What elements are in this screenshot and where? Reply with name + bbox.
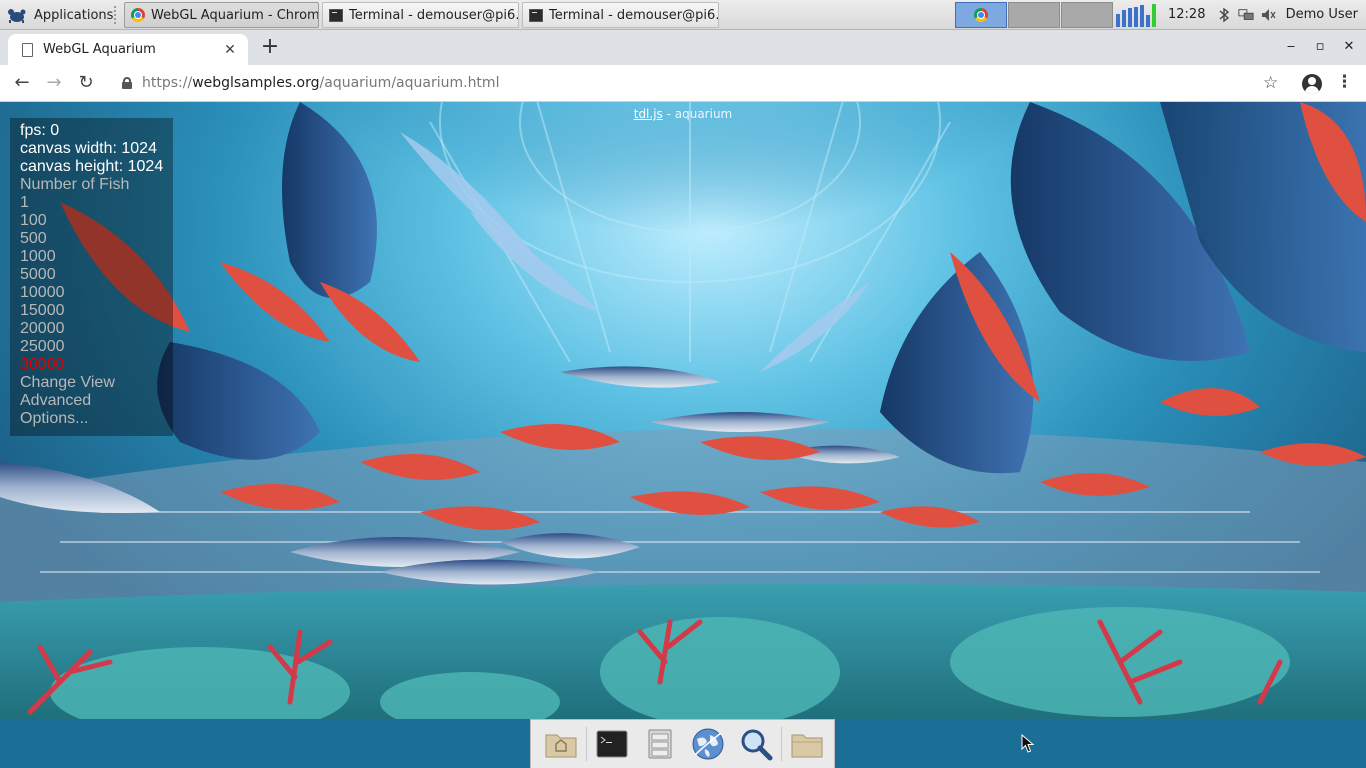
profile-icon[interactable] xyxy=(1302,74,1322,94)
network-icon[interactable] xyxy=(1238,7,1254,23)
clock[interactable]: 12:28 xyxy=(1168,0,1205,30)
minimize-button[interactable]: ‒ xyxy=(1280,36,1302,58)
tab-title: WebGL Aquarium xyxy=(43,42,156,57)
new-tab-button[interactable]: + xyxy=(258,36,282,60)
close-tab-icon[interactable]: ✕ xyxy=(222,42,238,58)
task-button-chrome[interactable]: WebGL Aquarium - Chrom… xyxy=(124,2,319,28)
url-path: /aquarium/aquarium.html xyxy=(319,75,500,91)
terminal-icon xyxy=(596,730,628,758)
dock-file-manager[interactable] xyxy=(640,724,680,764)
search-icon xyxy=(741,729,773,761)
aquarium-canvas[interactable]: tdl.js - aquarium fps: 0 canvas width: 1… xyxy=(0,102,1366,719)
canvas-width-readout: canvas width: 1024 xyxy=(20,140,157,157)
cpu-bar xyxy=(1140,5,1144,27)
task-button-terminal-2[interactable]: Terminal - demouser@pi6… xyxy=(522,2,719,28)
fish-count-heading: Number of Fish xyxy=(20,176,130,193)
fish-option-1000[interactable]: 1000 xyxy=(20,248,56,266)
cpu-bar xyxy=(1128,8,1132,27)
panel-separator xyxy=(114,6,118,24)
bookmark-star-icon[interactable]: ☆ xyxy=(1263,73,1278,93)
fish-option-5000[interactable]: 5000 xyxy=(20,266,56,284)
fish-option-500[interactable]: 500 xyxy=(20,230,47,248)
tab-webgl-aquarium[interactable]: WebGL Aquarium ✕ xyxy=(8,34,248,65)
maximize-button[interactable]: ▫ xyxy=(1309,36,1331,58)
fish-option-15000[interactable]: 15000 xyxy=(20,302,65,320)
cpu-bar xyxy=(1134,7,1138,27)
top-panel: Applications WebGL Aquarium - Chrom… Ter… xyxy=(0,0,1366,30)
url-host: webglsamples.org xyxy=(192,75,320,91)
fish-option-100[interactable]: 100 xyxy=(20,212,47,230)
web-browser-icon xyxy=(692,728,724,760)
workspace-3[interactable] xyxy=(1061,2,1113,28)
dock-panel xyxy=(530,719,835,768)
chrome-icon xyxy=(974,8,988,22)
dock-separator xyxy=(781,727,782,761)
workspace-switcher xyxy=(955,2,1113,28)
mouse-cursor-icon xyxy=(1021,734,1035,753)
aquarium-scene-graphic xyxy=(0,102,1366,719)
page-icon xyxy=(22,42,33,57)
stats-panel: fps: 0 canvas width: 1024 canvas height:… xyxy=(10,118,173,436)
fish-option-25000[interactable]: 25000 xyxy=(20,338,65,356)
fish-option-20000[interactable]: 20000 xyxy=(20,320,65,338)
chrome-icon xyxy=(131,8,145,22)
reload-button[interactable]: ↻ xyxy=(74,71,98,95)
advanced-option[interactable]: Advanced xyxy=(20,392,91,410)
dock-home-folder[interactable] xyxy=(541,724,581,764)
dock-search[interactable] xyxy=(736,724,776,764)
home-folder-icon xyxy=(545,734,577,758)
cpu-bar xyxy=(1146,15,1150,27)
back-button[interactable]: ← xyxy=(10,71,34,95)
address-bar[interactable]: https://webglsamples.org/aquarium/aquari… xyxy=(110,68,1290,98)
cpu-bar xyxy=(1152,4,1156,27)
dock-web-browser[interactable] xyxy=(688,724,728,764)
cpu-bar xyxy=(1116,14,1120,27)
tdl-link[interactable]: tdl.js xyxy=(634,107,663,121)
fish-option-1[interactable]: 1 xyxy=(20,194,29,212)
fish-option-10000[interactable]: 10000 xyxy=(20,284,65,302)
user-menu[interactable]: Demo User xyxy=(1286,0,1358,30)
workspace-1[interactable] xyxy=(955,2,1007,28)
task-button-terminal-1[interactable]: Terminal - demouser@pi6… xyxy=(322,2,519,28)
cpu-bar xyxy=(1122,10,1126,27)
dock-folder[interactable] xyxy=(787,724,827,764)
dock-terminal[interactable] xyxy=(592,724,632,764)
scene-title: tdl.js - aquarium xyxy=(0,107,1366,121)
file-manager-icon xyxy=(648,729,672,759)
volume-icon[interactable] xyxy=(1260,7,1276,23)
change-view-option[interactable]: Change View xyxy=(20,374,115,392)
terminal-icon xyxy=(329,8,343,22)
fish-option-30000[interactable]: 30000 xyxy=(20,356,65,374)
task-label: Terminal - demouser@pi6… xyxy=(549,7,719,23)
terminal-icon xyxy=(529,8,543,22)
url-scheme: https:// xyxy=(142,75,193,91)
cpu-monitor xyxy=(1116,3,1162,27)
browser-menu-icon[interactable]: ⋮ xyxy=(1336,72,1353,92)
workspace-2[interactable] xyxy=(1008,2,1060,28)
options-option[interactable]: Options... xyxy=(20,410,88,428)
task-label: Terminal - demouser@pi6… xyxy=(349,7,519,23)
dock-separator xyxy=(586,727,587,761)
forward-button[interactable]: → xyxy=(42,71,66,95)
browser-toolbar: ← → ↻ https://webglsamples.org/aquarium/… xyxy=(0,65,1366,102)
folder-icon xyxy=(791,734,823,758)
applications-menu[interactable]: Applications xyxy=(2,3,119,27)
system-tray xyxy=(1216,5,1276,25)
lock-icon[interactable] xyxy=(122,77,132,89)
applications-label: Applications xyxy=(34,7,114,23)
xfce-mouse-icon xyxy=(8,9,26,23)
task-label: WebGL Aquarium - Chrom… xyxy=(151,7,319,23)
bluetooth-icon[interactable] xyxy=(1216,7,1232,23)
url-text: https://webglsamples.org/aquarium/aquari… xyxy=(142,75,499,91)
canvas-height-readout: canvas height: 1024 xyxy=(20,158,164,175)
browser-tab-strip: WebGL Aquarium ✕ + ‒ ▫ ✕ xyxy=(0,30,1366,65)
close-window-button[interactable]: ✕ xyxy=(1338,36,1360,58)
fps-readout: fps: 0 xyxy=(20,122,60,139)
scene-title-rest: - aquarium xyxy=(662,107,733,121)
